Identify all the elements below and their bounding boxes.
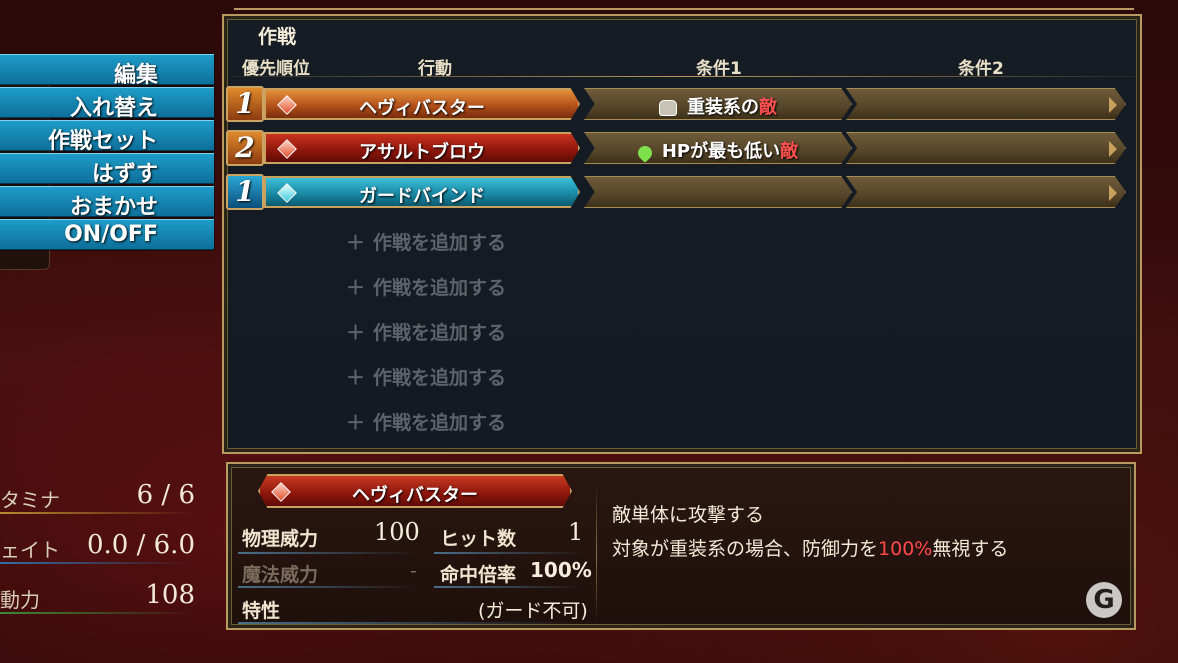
command-menu: 編集 入れ替え 作戦セット はずす おまかせ ON/OFF — [0, 54, 214, 252]
description-text: 対象が重装系の場合、防御力を — [612, 538, 879, 560]
condition-2-slot[interactable] — [846, 176, 1126, 208]
detail-divider — [596, 484, 597, 624]
add-tactic-button[interactable]: ＋ 作戦を追加する — [346, 228, 506, 255]
game-screen: 編集 入れ替え 作戦セット はずす おまかせ ON/OFF 作戦 優先順位 行動… — [0, 0, 1178, 663]
stat-label: 動力 — [0, 588, 40, 612]
arrow-right-icon — [1109, 97, 1117, 113]
panel-top-rail — [234, 0, 1134, 10]
priority-badge: 1 — [226, 174, 264, 210]
priority-badge: 2 — [226, 130, 264, 166]
stat-underline — [238, 622, 584, 624]
description-text: 無視する — [932, 538, 1009, 560]
stat-mobility: 動力 108 — [0, 578, 205, 618]
add-tactic-label: 作戦を追加する — [373, 367, 507, 389]
add-tactic-label: 作戦を追加する — [373, 277, 507, 299]
condition-enemy-text: 敵 — [780, 141, 799, 162]
description-line-1: 敵単体に攻撃する — [612, 504, 765, 526]
hits-value: 1 — [568, 518, 584, 546]
skill-detail-panel: ヘヴィバスター 物理威力 100 ヒット数 1 魔法威力 - 命中倍率 100%… — [226, 462, 1136, 630]
site-logo: G — [1086, 582, 1122, 618]
menu-auto-button[interactable]: おまかせ — [0, 186, 214, 220]
tactic-row[interactable]: 2 アサルトブロウ HPが最も低い敵 — [224, 130, 1140, 166]
stat-stamina: タミナ 6 / 6 — [0, 478, 205, 518]
plus-icon: ＋ — [346, 277, 366, 299]
add-tactic-button[interactable]: ＋ 作戦を追加する — [346, 273, 506, 300]
condition-2-slot[interactable] — [846, 88, 1126, 120]
skill-name: ヘヴィバスター — [352, 485, 478, 506]
condition-2-slot[interactable] — [846, 132, 1126, 164]
plus-icon: ＋ — [346, 412, 366, 434]
action-slot[interactable]: ガードバインド — [264, 176, 580, 208]
add-tactic-button[interactable]: ＋ 作戦を追加する — [346, 408, 506, 435]
header-divider — [230, 76, 1134, 77]
trait-value: (ガード不可) — [478, 600, 588, 622]
action-slot[interactable]: ヘヴィバスター — [264, 88, 580, 120]
physical-power-label: 物理威力 — [242, 528, 319, 550]
menu-edit-button[interactable]: 編集 — [0, 54, 214, 88]
menu-swap-button[interactable]: 入れ替え — [0, 87, 214, 121]
stat-label: ェイト — [0, 538, 60, 562]
heart-icon — [634, 143, 655, 163]
menu-onoff-button[interactable]: ON/OFF — [0, 219, 214, 250]
stat-underline — [434, 552, 584, 554]
menu-remove-button[interactable]: はずす — [0, 153, 214, 187]
condition-1-slot[interactable]: 重装系の敵 — [584, 88, 852, 120]
add-tactic-label: 作戦を追加する — [373, 232, 507, 254]
plus-icon: ＋ — [346, 232, 366, 254]
condition-text: 重装系の — [687, 97, 759, 118]
condition-1-slot[interactable]: HPが最も低い敵 — [584, 132, 852, 164]
tactics-panel: 作戦 優先順位 行動 条件1 条件2 1 ヘヴィバスター 重装系の敵 2 アサル… — [222, 14, 1142, 454]
plus-icon: ＋ — [346, 367, 366, 389]
menu-edit-label: 編集 — [113, 63, 158, 88]
menu-swap-label: 入れ替え — [69, 96, 158, 121]
action-label: ヘヴィバスター — [359, 98, 485, 119]
physical-power-value: 100 — [374, 518, 420, 546]
trait-label: 特性 — [242, 600, 281, 622]
stat-underline — [238, 586, 418, 588]
action-slot[interactable]: アサルトブロウ — [264, 132, 580, 164]
condition-enemy-text: 敵 — [759, 97, 777, 118]
hits-label: ヒット数 — [440, 528, 517, 550]
add-tactic-button[interactable]: ＋ 作戦を追加する — [346, 318, 506, 345]
add-tactic-button[interactable]: ＋ 作戦を追加する — [346, 363, 506, 390]
armor-icon — [659, 100, 677, 116]
stat-underline — [434, 586, 584, 588]
priority-badge: 1 — [226, 86, 264, 122]
stat-value: 108 — [145, 580, 195, 610]
plus-icon: ＋ — [346, 322, 366, 344]
skill-name-banner: ヘヴィバスター — [258, 474, 572, 508]
stat-bar — [0, 612, 195, 614]
condition-1-slot[interactable] — [584, 176, 852, 208]
menu-auto-label: おまかせ — [69, 195, 158, 220]
tactic-row[interactable]: 1 ガードバインド — [224, 174, 1140, 210]
accuracy-label: 命中倍率 — [440, 564, 517, 586]
stat-underline — [238, 552, 418, 554]
description-highlight: 100% — [878, 538, 933, 560]
accuracy-value: 100% — [530, 558, 592, 582]
menu-tactics-set-label: 作戦セット — [47, 129, 158, 154]
magic-power-value: - — [410, 560, 417, 582]
add-tactic-label: 作戦を追加する — [373, 322, 507, 344]
condition-text: HPが最も低い — [661, 141, 781, 162]
arrow-right-icon — [1109, 185, 1117, 201]
action-label: アサルトブロウ — [359, 142, 485, 163]
arrow-right-icon — [1109, 141, 1117, 157]
tactic-row[interactable]: 1 ヘヴィバスター 重装系の敵 — [224, 86, 1140, 122]
stat-bar — [0, 512, 195, 514]
add-tactic-label: 作戦を追加する — [373, 412, 507, 434]
menu-tactics-set-button[interactable]: 作戦セット — [0, 120, 214, 154]
description-line-2: 対象が重装系の場合、防御力を100%無視する — [612, 534, 1008, 561]
menu-onoff-label: ON/OFF — [64, 222, 158, 247]
stat-value: 0.0 / 6.0 — [87, 530, 195, 560]
panel-title: 作戦 — [258, 26, 297, 48]
magic-power-label: 魔法威力 — [242, 564, 319, 586]
stat-value: 6 / 6 — [136, 480, 195, 510]
stat-weight: ェイト 0.0 / 6.0 — [0, 528, 205, 568]
stat-bar — [0, 562, 195, 564]
action-label: ガードバインド — [359, 186, 485, 207]
stat-label: タミナ — [0, 488, 60, 512]
menu-remove-label: はずす — [91, 162, 158, 187]
